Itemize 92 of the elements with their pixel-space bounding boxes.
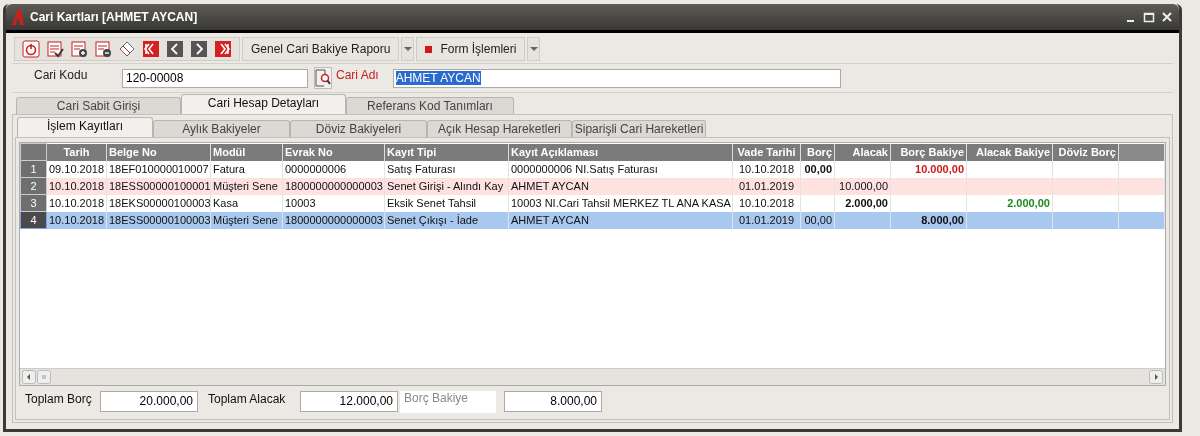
table-cell: 00,00 xyxy=(804,214,832,226)
caret-icon xyxy=(403,46,412,52)
tab[interactable]: Döviz Bakiyeleri xyxy=(290,120,427,137)
table-cell: 10.10.2018 xyxy=(738,197,795,209)
table-cell: Fatura xyxy=(213,163,245,175)
close-icon[interactable] xyxy=(1161,11,1173,23)
table-cell: 10.10.2018 xyxy=(49,197,105,209)
field-label: Toplam Borç xyxy=(25,392,93,406)
table-cell: 18ESS00000100003 xyxy=(109,214,210,226)
remove-document-icon[interactable] xyxy=(94,40,112,58)
dropdown-button[interactable] xyxy=(401,37,415,61)
table-cell: 09.10.2018 xyxy=(49,163,105,175)
table-cell: 18ESS00000100001 xyxy=(109,180,210,192)
table-cell: Senet Çıkışı - İade xyxy=(387,214,479,226)
table-cell: Müşteri Sene xyxy=(213,180,278,192)
total-field: 12.000,00 xyxy=(300,390,398,412)
total-field: 8.000,00 xyxy=(504,390,602,412)
scroll-right-icon[interactable] xyxy=(1149,370,1163,384)
maximize-icon[interactable] xyxy=(1143,11,1155,23)
column-header[interactable]: Kayıt Tipi xyxy=(384,143,509,161)
table-cell: 01.01.2019 xyxy=(738,180,795,192)
column-header[interactable]: Vade Tarihi xyxy=(732,143,801,161)
column-header[interactable]: Döviz Borç xyxy=(1052,143,1119,161)
corner-cell xyxy=(20,143,47,161)
column-header[interactable]: Alacak xyxy=(834,143,891,161)
column-header[interactable]: Belge No xyxy=(106,143,211,161)
square-icon xyxy=(425,45,433,53)
table-cell: 18EF010000010007 xyxy=(109,163,209,175)
power-icon[interactable] xyxy=(22,40,40,58)
window-title: Cari Kartları [AHMET AYCAN] xyxy=(30,10,199,24)
table-cell: AHMET AYCAN xyxy=(511,214,589,226)
total-field: 20.000,00 xyxy=(100,390,198,412)
column-header[interactable]: Modül xyxy=(210,143,283,161)
name-field[interactable]: AHMET AYCAN xyxy=(392,68,841,88)
previous-record-icon[interactable] xyxy=(166,40,184,58)
add-document-icon[interactable] xyxy=(70,40,88,58)
table-cell: Kasa xyxy=(213,197,239,209)
caret-icon xyxy=(529,46,538,52)
column-header[interactable]: Borç xyxy=(800,143,835,161)
toolbar-menu-button[interactable]: Genel Cari Bakiye Raporu xyxy=(242,37,400,61)
first-record-icon[interactable] xyxy=(142,40,160,58)
table-cell: 1800000000000003 xyxy=(285,180,383,192)
table-cell: 10.000,00 xyxy=(839,180,888,192)
toolbar-menu-button[interactable]: Form İşlemleri xyxy=(416,37,526,61)
column-header[interactable]: Borç Bakiye xyxy=(890,143,967,161)
table-cell: 00,00 xyxy=(804,163,832,175)
table-cell: 10.000,00 xyxy=(915,163,964,175)
tab[interactable]: Referans Kod Tanımları xyxy=(346,97,514,114)
tab[interactable]: Cari Hesap Detayları xyxy=(181,94,346,114)
tab[interactable]: Aylık Bakiyeler xyxy=(153,120,290,137)
table-cell: 10.10.2018 xyxy=(49,180,105,192)
table-cell: Satış Faturası xyxy=(387,163,456,175)
table-cell: 10003 NI.Cari Tahsil MERKEZ TL ANA KASA xyxy=(511,197,731,209)
lookup-button[interactable] xyxy=(314,67,332,89)
column-header[interactable]: Alacak Bakiye xyxy=(966,143,1053,161)
last-record-icon[interactable] xyxy=(214,40,232,58)
dropdown-button[interactable] xyxy=(527,37,541,61)
horizontal-scrollbar[interactable] xyxy=(20,368,1165,385)
table-cell: 10.10.2018 xyxy=(49,214,105,226)
table-cell: Senet Girişi - Alındı Kay xyxy=(387,180,504,192)
field-label: Toplam Alacak xyxy=(207,392,287,406)
column-header[interactable]: Evrak No xyxy=(282,143,385,161)
tab[interactable]: İşlem Kayıtları xyxy=(17,117,153,137)
table-cell: 10.10.2018 xyxy=(738,163,795,175)
tab[interactable]: Siparişli Cari Hareketleri xyxy=(571,120,707,137)
table-cell: 2.000,00 xyxy=(845,197,888,209)
table-cell: 0000000006 xyxy=(285,163,347,175)
table-cell: 10003 xyxy=(285,197,316,209)
scroll-left-icon[interactable] xyxy=(22,370,36,384)
eraser-icon[interactable] xyxy=(118,40,136,58)
app-logo-icon xyxy=(12,9,24,25)
table-cell: 0000000006 NI.Satış Faturası xyxy=(511,163,658,175)
field-label: Borç Bakiye xyxy=(400,391,496,413)
tab[interactable]: Cari Sabit Girişi xyxy=(16,97,181,114)
next-record-icon[interactable] xyxy=(190,40,208,58)
field-label: Cari Kodu xyxy=(33,68,89,82)
column-header[interactable]: Tarih xyxy=(46,143,107,161)
table-cell: 8.000,00 xyxy=(921,214,964,226)
table-cell: 18EKS00000100003 xyxy=(109,197,210,209)
table-cell: 2.000,00 xyxy=(1007,197,1050,209)
code-field[interactable]: 120-00008 xyxy=(122,68,308,88)
table-cell: AHMET AYCAN xyxy=(511,180,589,192)
column-header[interactable]: Kayıt Açıklaması xyxy=(508,143,733,161)
field-label: Cari Adı xyxy=(335,68,379,82)
search-icon xyxy=(315,69,331,87)
table-cell: Müşteri Sene xyxy=(213,214,278,226)
scroll-thumb-icon[interactable] xyxy=(37,370,51,384)
table-cell: 01.01.2019 xyxy=(738,214,795,226)
table-cell: 1800000000000003 xyxy=(285,214,383,226)
checklist-icon[interactable] xyxy=(46,40,64,58)
table-cell: Eksik Senet Tahsil xyxy=(387,197,477,209)
tab[interactable]: Açık Hesap Hareketleri xyxy=(427,120,572,137)
